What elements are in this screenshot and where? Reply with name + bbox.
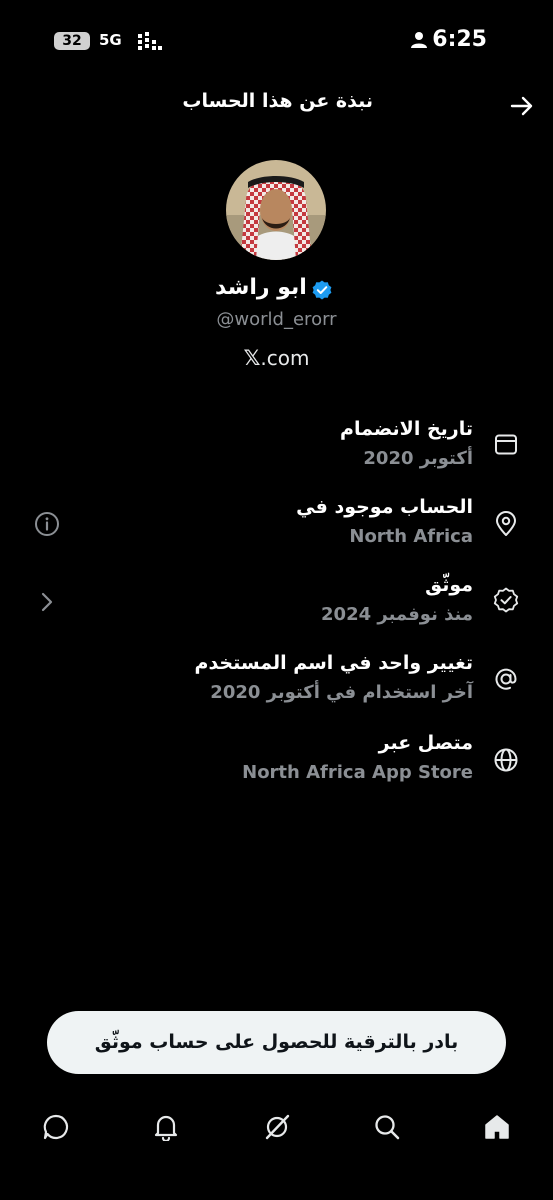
clock: 6:25 — [432, 27, 487, 52]
row-subtitle: North Africa — [349, 526, 473, 547]
network-type: 5G — [99, 31, 122, 49]
battery-indicator: 32 — [54, 32, 90, 50]
row-title: متصل عبر — [378, 732, 473, 754]
globe-icon — [494, 748, 518, 772]
website-link[interactable]: 𝕏.com — [0, 346, 553, 370]
display-name: ابو راشد — [215, 275, 307, 300]
search-icon — [375, 1115, 400, 1140]
bell-icon — [154, 1115, 178, 1141]
site-suffix: .com — [260, 346, 310, 370]
location-pin-icon — [496, 511, 516, 536]
avatar[interactable] — [226, 160, 326, 260]
status-bar: 32 5G 6:25 — [0, 0, 553, 80]
row-subtitle: North Africa App Store — [242, 762, 473, 783]
calendar-icon — [495, 434, 517, 455]
row-subtitle: منذ نوفمبر 2024 — [321, 604, 473, 625]
verified-badge-icon — [312, 280, 332, 299]
nav-notifications[interactable] — [143, 1105, 189, 1151]
signal-icon — [138, 32, 162, 50]
person-icon — [411, 32, 427, 48]
chevron-right-icon[interactable] — [34, 589, 60, 615]
verified-badge-outline-icon — [493, 587, 519, 613]
avatar-image — [226, 160, 326, 260]
nav-home[interactable] — [474, 1105, 520, 1151]
site-x-logo: 𝕏 — [243, 346, 261, 370]
row-account-location: الحساب موجود في North Africa — [0, 494, 553, 564]
row-join-date: تاريخ الانضمام أكتوبر 2020 — [0, 416, 553, 486]
back-arrow-icon[interactable] — [508, 92, 536, 120]
row-title: تاريخ الانضمام — [340, 418, 473, 440]
chat-bubble-icon — [43, 1114, 69, 1140]
row-subtitle: آخر استخدام في أكتوبر 2020 — [210, 682, 473, 703]
nav-search[interactable] — [364, 1105, 410, 1151]
bottom-navigation — [0, 1105, 553, 1155]
row-username-change: تغيير واحد في اسم المستخدم آخر استخدام ف… — [0, 650, 553, 720]
info-icon[interactable] — [34, 511, 60, 537]
row-title: الحساب موجود في — [296, 496, 473, 518]
row-verified[interactable]: موثّق منذ نوفمبر 2024 — [0, 572, 553, 642]
row-title: موثّق — [425, 574, 473, 596]
grok-icon — [265, 1114, 290, 1140]
page-title: نبذة عن هذا الحساب — [182, 90, 373, 112]
home-icon — [485, 1115, 509, 1139]
at-sign-icon — [495, 668, 517, 690]
row-connected-via: متصل عبر North Africa App Store — [0, 730, 553, 800]
nav-messages[interactable] — [33, 1105, 79, 1151]
nav-grok[interactable] — [254, 1105, 300, 1151]
upgrade-verified-button[interactable]: بادر بالترقية للحصول على حساب موثّق — [47, 1011, 506, 1074]
row-subtitle: أكتوبر 2020 — [363, 448, 473, 469]
display-name-row: ابو راشد — [0, 275, 553, 300]
username-handle[interactable]: @world_erorr — [0, 309, 553, 330]
row-title: تغيير واحد في اسم المستخدم — [194, 652, 473, 674]
